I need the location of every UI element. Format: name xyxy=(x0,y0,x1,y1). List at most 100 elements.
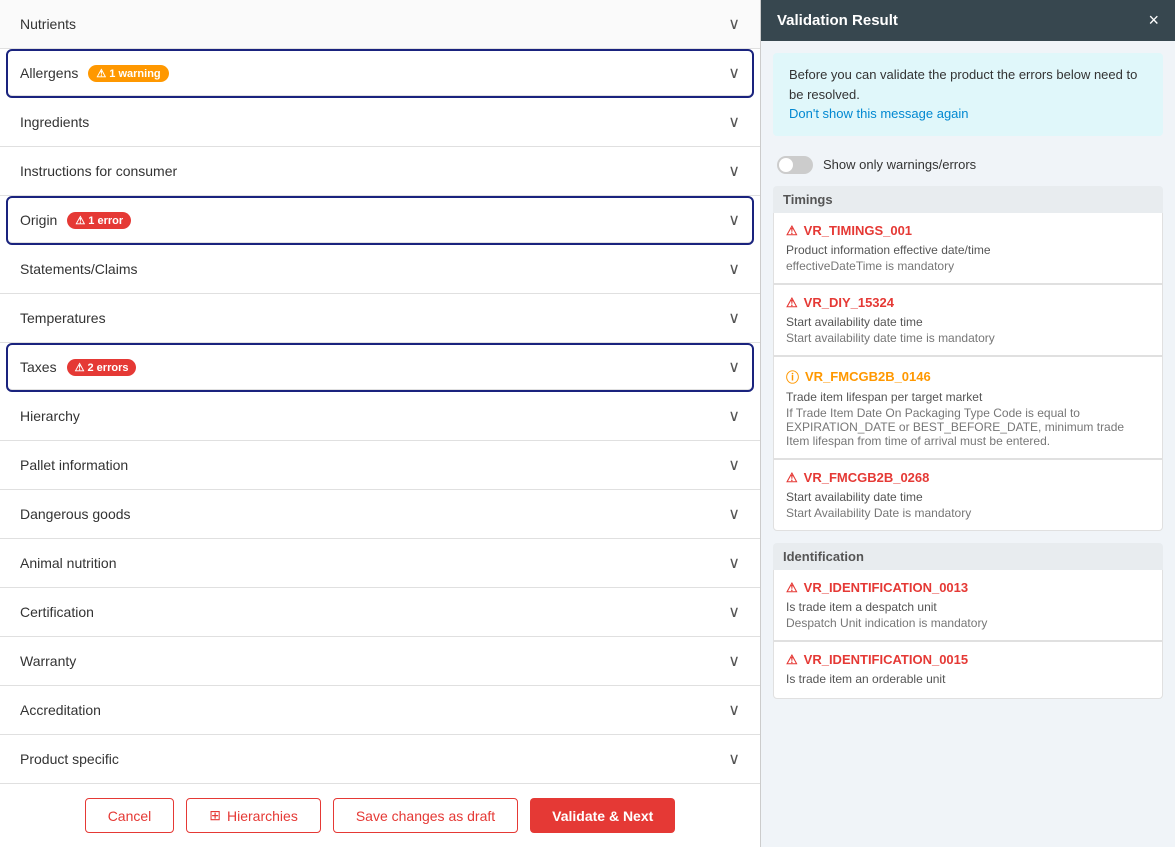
accordion-item[interactable]: Allergens⚠ 1 warning ∨ xyxy=(8,51,752,96)
hierarchy-icon: ⊞ xyxy=(209,807,221,824)
accordion-label: Statements/Claims xyxy=(20,261,137,277)
accordion-label: Pallet information xyxy=(20,457,128,473)
field-name: Start availability date time xyxy=(786,315,1150,329)
error-message: effectiveDateTime is mandatory xyxy=(786,259,1150,273)
chevron-down-icon: ∨ xyxy=(728,308,740,328)
accordion-label: Hierarchy xyxy=(20,408,80,424)
accordion-label: Origin⚠ 1 error xyxy=(20,212,131,229)
chevron-down-icon: ∨ xyxy=(728,553,740,573)
accordion-label: Taxes⚠ 2 errors xyxy=(20,359,136,376)
validation-header: Validation Result × xyxy=(761,0,1175,41)
error-message: Start availability date time is mandator… xyxy=(786,331,1150,345)
accordion-label: Instructions for consumer xyxy=(20,163,177,179)
validation-code: ⚠ VR_IDENTIFICATION_0015 xyxy=(786,652,1150,668)
field-name: Product information effective date/time xyxy=(786,243,1150,257)
accordion-label: Animal nutrition xyxy=(20,555,117,571)
code-text: VR_FMCGB2B_0146 xyxy=(805,369,931,384)
error-message: If Trade Item Date On Packaging Type Cod… xyxy=(786,406,1150,448)
accordion-item[interactable]: Warranty ∨ xyxy=(0,637,760,686)
chevron-down-icon: ∨ xyxy=(728,357,740,377)
validation-card: ⚠ VR_IDENTIFICATION_0015 Is trade item a… xyxy=(773,641,1163,699)
error-message: Start Availability Date is mandatory xyxy=(786,506,1150,520)
accordion-item[interactable]: Ingredients ∨ xyxy=(0,98,760,147)
accordion-item[interactable]: Temperatures ∨ xyxy=(0,294,760,343)
validation-code: ⚠ VR_DIY_15324 xyxy=(786,295,1150,311)
chevron-down-icon: ∨ xyxy=(728,161,740,181)
chevron-down-icon: ∨ xyxy=(728,406,740,426)
badge-warning: ⚠ 1 warning xyxy=(88,65,168,82)
code-text: VR_TIMINGS_001 xyxy=(804,223,912,238)
accordion-label: Product specific xyxy=(20,751,119,767)
chevron-down-icon: ∨ xyxy=(728,504,740,524)
alert-icon: ⚠ xyxy=(786,580,798,596)
validation-card: ⓘ VR_FMCGB2B_0146 Trade item lifespan pe… xyxy=(773,356,1163,459)
chevron-down-icon: ∨ xyxy=(728,259,740,279)
validate-next-button[interactable]: Validate & Next xyxy=(530,798,675,833)
accordion-item[interactable]: Instructions for consumer ∨ xyxy=(0,147,760,196)
chevron-down-icon: ∨ xyxy=(728,700,740,720)
hierarchies-button[interactable]: ⊞ Hierarchies xyxy=(186,798,321,833)
accordion-item[interactable]: Nutrients ∨ xyxy=(0,0,760,49)
accordion-label: Nutrients xyxy=(20,16,76,32)
validation-body: Timings ⚠ VR_TIMINGS_001 Product informa… xyxy=(761,186,1175,847)
field-name: Is trade item an orderable unit xyxy=(786,672,1150,686)
validation-card: ⚠ VR_TIMINGS_001 Product information eff… xyxy=(773,213,1163,284)
accordion-item[interactable]: Taxes⚠ 2 errors ∨ xyxy=(8,345,752,390)
accordion-item[interactable]: Product specific ∨ xyxy=(0,735,760,783)
cancel-button[interactable]: Cancel xyxy=(85,798,175,833)
chevron-down-icon: ∨ xyxy=(728,112,740,132)
field-name: Trade item lifespan per target market xyxy=(786,390,1150,404)
validation-code: ⓘ VR_FMCGB2B_0146 xyxy=(786,367,1150,386)
error-message: Despatch Unit indication is mandatory xyxy=(786,616,1150,630)
accordion-item[interactable]: Origin⚠ 1 error ∨ xyxy=(8,198,752,243)
validation-code: ⚠ VR_TIMINGS_001 xyxy=(786,223,1150,239)
validation-notice: Before you can validate the product the … xyxy=(773,53,1163,136)
accordion-item[interactable]: Statements/Claims ∨ xyxy=(0,245,760,294)
badge-error: ⚠ 2 errors xyxy=(67,359,137,376)
chevron-down-icon: ∨ xyxy=(728,602,740,622)
field-name: Start availability date time xyxy=(786,490,1150,504)
validation-title: Validation Result xyxy=(777,12,898,29)
validation-code: ⚠ VR_IDENTIFICATION_0013 xyxy=(786,580,1150,596)
alert-icon: ⓘ xyxy=(786,367,799,386)
validation-card: ⚠ VR_IDENTIFICATION_0013 Is trade item a… xyxy=(773,570,1163,641)
alert-icon: ⚠ xyxy=(786,223,798,239)
accordion-item[interactable]: Dangerous goods ∨ xyxy=(0,490,760,539)
alert-icon: ⚠ xyxy=(786,652,798,668)
badge-error: ⚠ 1 error xyxy=(67,212,131,229)
section-title: Timings xyxy=(773,186,1163,213)
validation-code: ⚠ VR_FMCGB2B_0268 xyxy=(786,470,1150,486)
validation-card: ⚠ VR_FMCGB2B_0268 Start availability dat… xyxy=(773,459,1163,531)
chevron-down-icon: ∨ xyxy=(728,651,740,671)
section-group: Timings ⚠ VR_TIMINGS_001 Product informa… xyxy=(773,186,1163,531)
toggle-row: Show only warnings/errors xyxy=(761,148,1175,186)
warnings-toggle[interactable] xyxy=(777,156,813,174)
validation-card: ⚠ VR_DIY_15324 Start availability date t… xyxy=(773,284,1163,356)
footer-bar: Cancel ⊞ Hierarchies Save changes as dra… xyxy=(0,783,760,847)
code-text: VR_IDENTIFICATION_0015 xyxy=(804,652,968,667)
accordion-item[interactable]: Hierarchy ∨ xyxy=(0,392,760,441)
accordion-item[interactable]: Accreditation ∨ xyxy=(0,686,760,735)
alert-icon: ⚠ xyxy=(786,295,798,311)
toggle-label: Show only warnings/errors xyxy=(823,157,976,172)
field-name: Is trade item a despatch unit xyxy=(786,600,1150,614)
chevron-down-icon: ∨ xyxy=(728,455,740,475)
right-panel: Validation Result × Before you can valid… xyxy=(760,0,1175,847)
accordion-item[interactable]: Animal nutrition ∨ xyxy=(0,539,760,588)
alert-icon: ⚠ xyxy=(786,470,798,486)
accordion-item[interactable]: Pallet information ∨ xyxy=(0,441,760,490)
accordion-label: Dangerous goods xyxy=(20,506,131,522)
section-title: Identification xyxy=(773,543,1163,570)
accordion-label: Accreditation xyxy=(20,702,101,718)
chevron-down-icon: ∨ xyxy=(728,14,740,34)
accordion-item[interactable]: Certification ∨ xyxy=(0,588,760,637)
section-group: Identification ⚠ VR_IDENTIFICATION_0013 … xyxy=(773,543,1163,699)
left-panel: Nutrients ∨ Allergens⚠ 1 warning ∨ Ingre… xyxy=(0,0,760,847)
accordion-label: Temperatures xyxy=(20,310,106,326)
dont-show-link[interactable]: Don't show this message again xyxy=(789,106,969,121)
accordion-label: Allergens⚠ 1 warning xyxy=(20,65,169,82)
close-button[interactable]: × xyxy=(1148,10,1159,31)
code-text: VR_IDENTIFICATION_0013 xyxy=(804,580,968,595)
save-draft-button[interactable]: Save changes as draft xyxy=(333,798,518,833)
code-text: VR_DIY_15324 xyxy=(804,295,894,310)
